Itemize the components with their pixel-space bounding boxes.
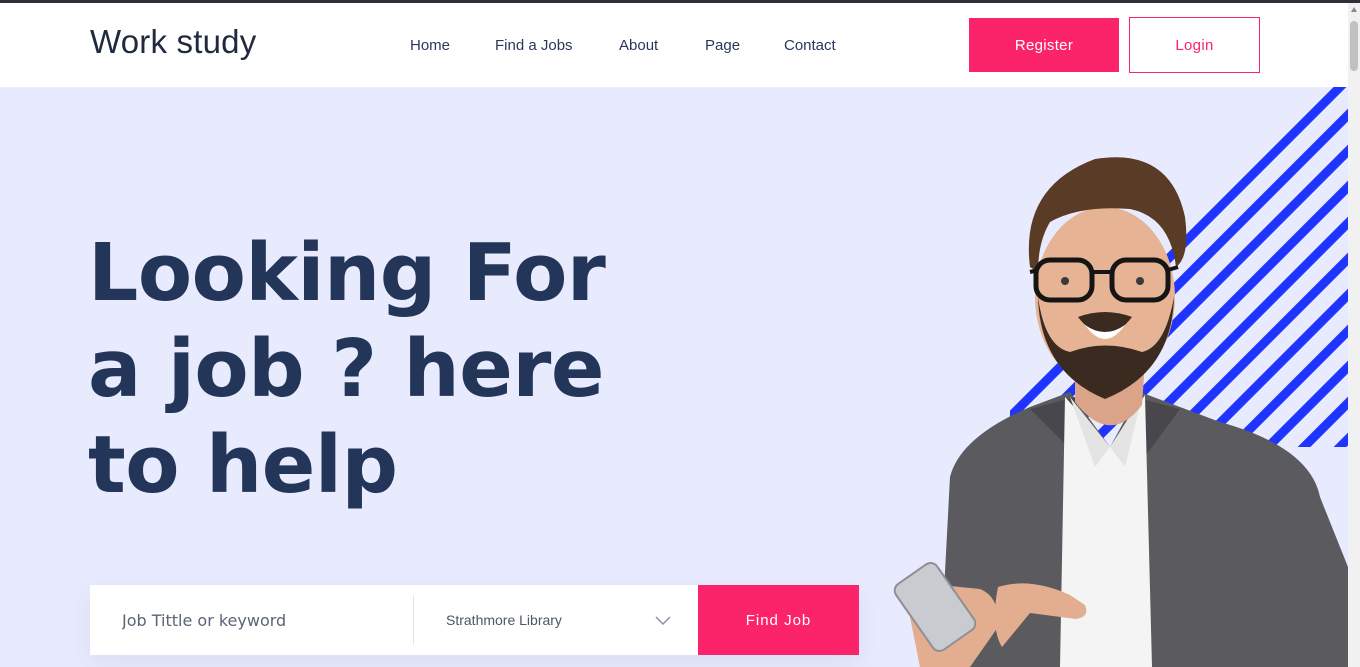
find-job-button[interactable]: Find Job: [698, 585, 859, 655]
chevron-down-icon: [655, 616, 671, 626]
job-search-bar: Strathmore Library Find Job: [90, 585, 859, 655]
nav-find-jobs[interactable]: Find a Jobs: [495, 37, 573, 54]
headline-line-2: a job ? here: [88, 323, 604, 415]
headline-line-1: Looking For: [88, 227, 606, 319]
nav-contact[interactable]: Contact: [784, 37, 836, 54]
page-scrollbar[interactable]: [1348, 3, 1360, 667]
man-with-phone-photo: [893, 157, 1348, 667]
site-logo[interactable]: Work study: [90, 23, 256, 61]
register-button[interactable]: Register: [969, 18, 1119, 72]
location-select-value: Strathmore Library: [446, 612, 562, 628]
hero-section: Looking For a job ? here to help Job Tit…: [0, 87, 1348, 667]
nav-home[interactable]: Home: [410, 37, 450, 54]
login-button[interactable]: Login: [1129, 17, 1260, 73]
keyword-search-input[interactable]: [90, 585, 413, 655]
scroll-up-arrow-icon[interactable]: [1351, 7, 1357, 12]
headline-line-3: to help: [88, 419, 398, 511]
nav-about[interactable]: About: [619, 37, 658, 54]
location-select[interactable]: Strathmore Library: [414, 585, 698, 655]
scrollbar-thumb[interactable]: [1350, 21, 1358, 71]
nav-page[interactable]: Page: [705, 37, 740, 54]
site-header: Work study Home Find a Jobs About Page C…: [0, 3, 1348, 87]
hero-headline: Looking For a job ? here to help: [88, 225, 648, 513]
